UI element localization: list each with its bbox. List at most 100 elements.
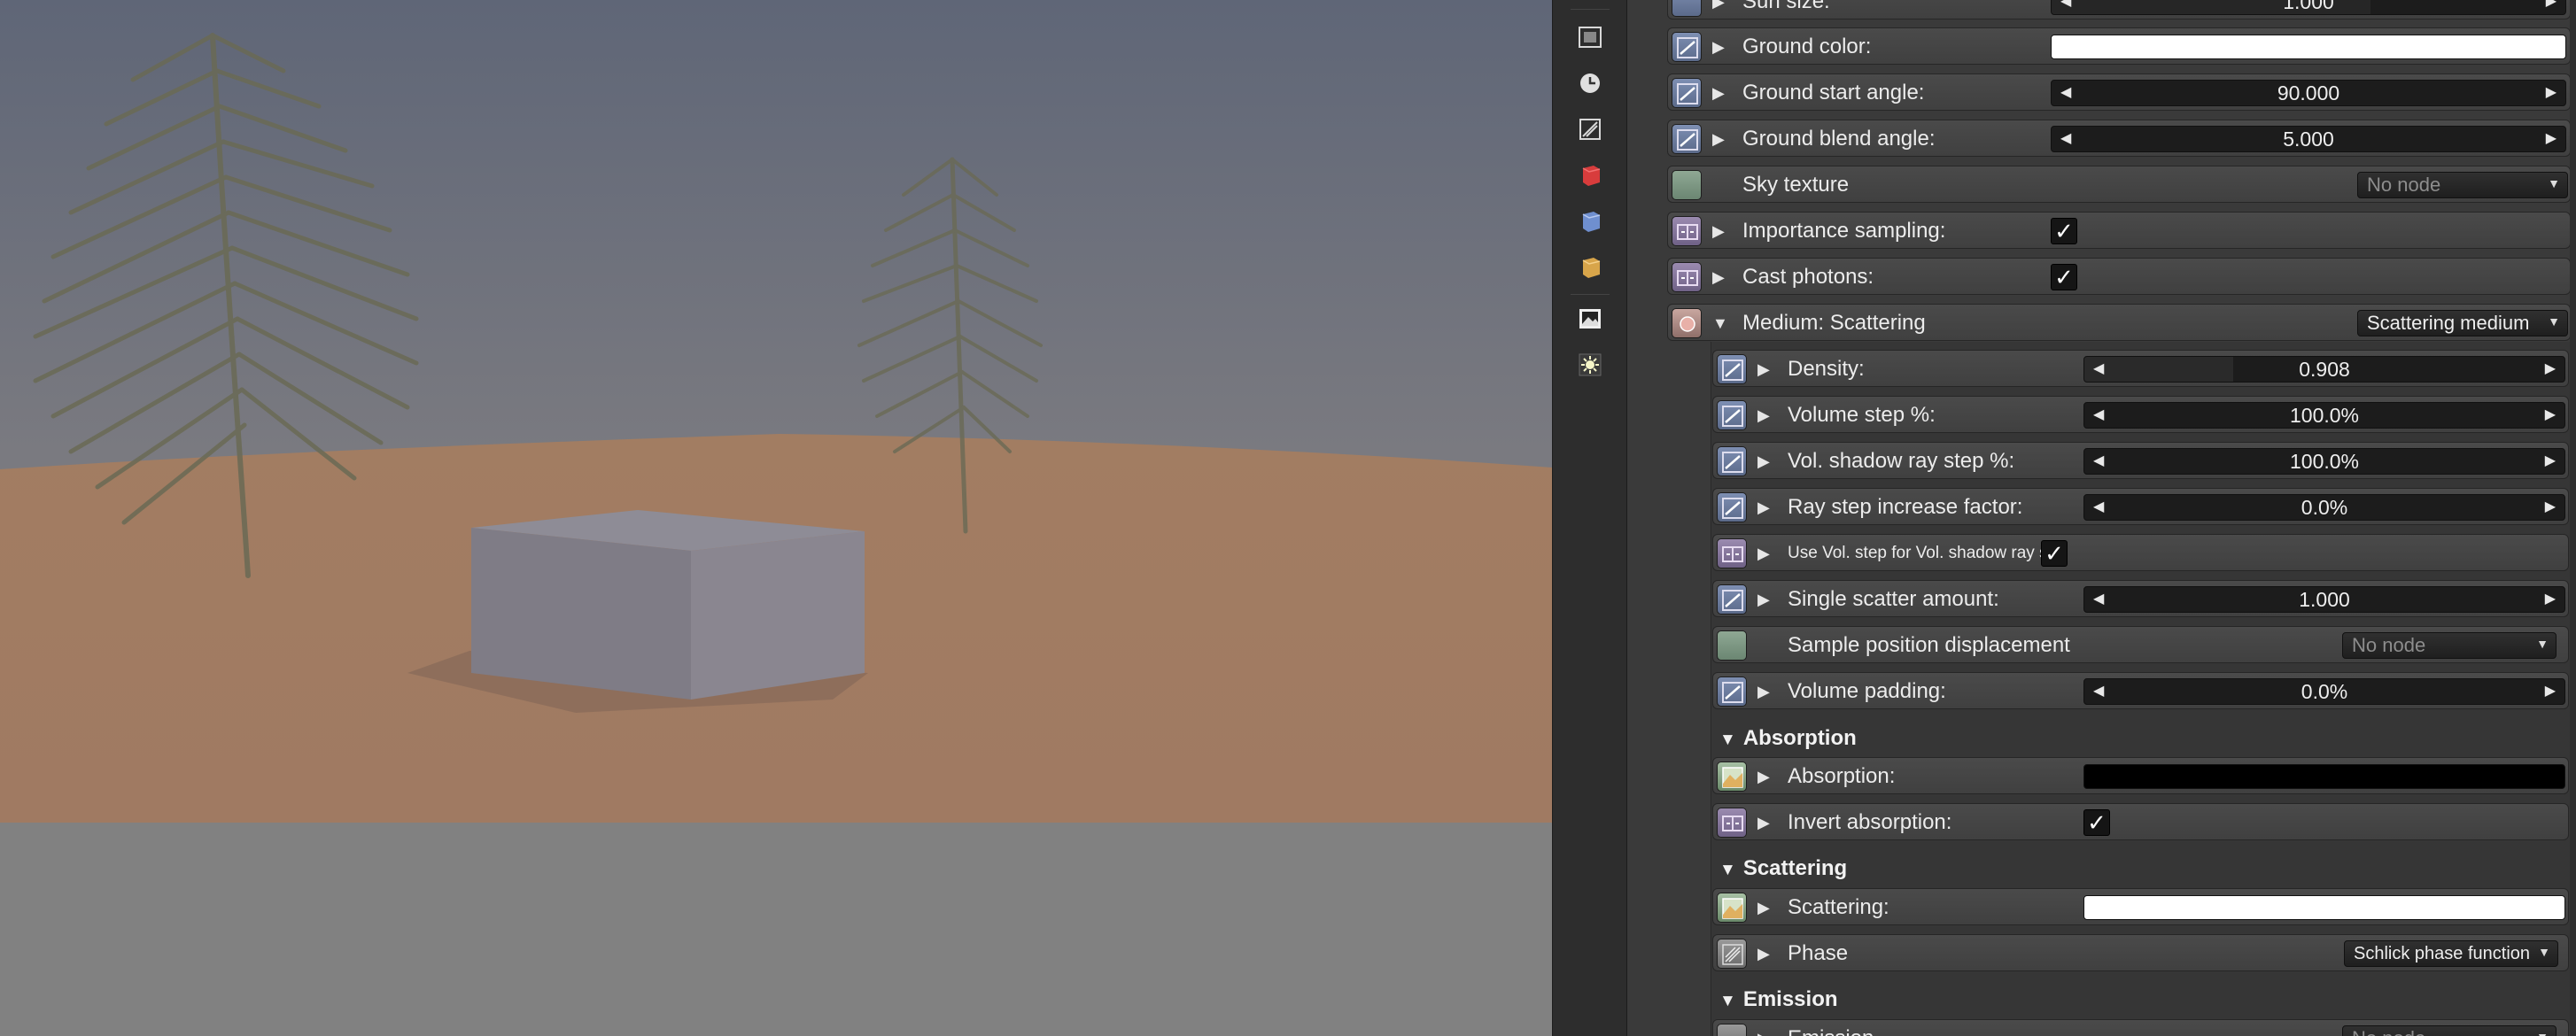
absorption-color-swatch[interactable] bbox=[2083, 764, 2565, 789]
row-label: Volume step %: bbox=[1788, 403, 1936, 427]
invert-absorption-checkbox[interactable]: ✓ bbox=[2083, 809, 2110, 836]
row-use-vol-step-shadow: ▶ Use Vol. step for Vol. shadow ray s...… bbox=[1712, 534, 2569, 571]
expand-arrow-icon[interactable]: ▶ bbox=[1757, 935, 1770, 972]
crop-icon[interactable] bbox=[1576, 115, 1604, 143]
row-label: Use Vol. step for Vol. shadow ray s... bbox=[1788, 544, 2062, 562]
scattering-color-swatch[interactable] bbox=[2083, 895, 2565, 920]
collapse-arrow-icon[interactable]: ▼ bbox=[1712, 305, 1728, 342]
row-label: Sample position displacement bbox=[1788, 633, 2070, 657]
float-pin-icon[interactable] bbox=[1672, 32, 1702, 62]
volume-padding-slider[interactable]: ◀ 0.0% ▶ bbox=[2083, 678, 2565, 705]
emission-dropdown[interactable]: No node▼ bbox=[2342, 1025, 2557, 1036]
rgb-pin-icon[interactable] bbox=[1717, 893, 1747, 923]
section-absorption[interactable]: ▼ Absorption bbox=[1719, 723, 1857, 754]
sample-displacement-dropdown[interactable]: No node ▼ bbox=[2342, 632, 2557, 659]
row-volume-step: ▶ Volume step %: ◀ 100.0% ▶ bbox=[1712, 396, 2569, 433]
bool-pin-icon[interactable] bbox=[1672, 216, 1702, 246]
expand-arrow-icon[interactable]: ▶ bbox=[1712, 259, 1725, 296]
phase-pin-icon[interactable] bbox=[1717, 939, 1747, 969]
expand-arrow-icon[interactable]: ▶ bbox=[1757, 351, 1770, 388]
expand-arrow-icon[interactable]: ▶ bbox=[1757, 889, 1770, 926]
film-icon[interactable] bbox=[1576, 23, 1604, 51]
row-label: Scattering: bbox=[1788, 895, 1889, 919]
medium-type-dropdown[interactable]: Scattering medium ▼ bbox=[2357, 310, 2568, 336]
row-sample-displacement: Sample position displacement No node ▼ bbox=[1712, 626, 2569, 663]
expand-arrow-icon[interactable]: ▶ bbox=[1757, 535, 1770, 572]
section-emission[interactable]: ▼ Emission bbox=[1719, 985, 1838, 1015]
blue-cube-icon[interactable] bbox=[1576, 207, 1604, 236]
expand-arrow-icon[interactable]: ▶ bbox=[1712, 120, 1725, 158]
expand-arrow-icon[interactable]: ▶ bbox=[1712, 0, 1725, 20]
chevron-down-icon: ▼ bbox=[2538, 945, 2550, 959]
chevron-down-icon: ▼ bbox=[2548, 176, 2560, 190]
ground-start-angle-slider[interactable]: ◀ 90.000 ▶ bbox=[2051, 80, 2566, 106]
expand-arrow-icon[interactable]: ▶ bbox=[1757, 397, 1770, 434]
gold-cube-icon[interactable] bbox=[1576, 253, 1604, 282]
float-pin-icon[interactable] bbox=[1717, 676, 1747, 707]
ground-color-swatch[interactable] bbox=[2051, 35, 2566, 59]
use-vol-step-checkbox[interactable]: ✓ bbox=[2041, 540, 2068, 567]
expand-arrow-icon[interactable]: ▶ bbox=[1757, 489, 1770, 526]
collapse-arrow-icon: ▼ bbox=[1719, 992, 1736, 1010]
sun-icon[interactable] bbox=[1576, 351, 1604, 379]
sun-size-slider[interactable]: ◀ 1.000 ▶ bbox=[2051, 0, 2566, 15]
expand-arrow-icon[interactable]: ▶ bbox=[1757, 673, 1770, 710]
row-ray-step-increase: ▶ Ray step increase factor: ◀ 0.0% ▶ bbox=[1712, 488, 2569, 525]
density-slider[interactable]: ◀ 0.908 ▶ bbox=[2083, 356, 2565, 383]
medium-pin-icon[interactable] bbox=[1672, 308, 1702, 338]
row-volume-padding: ▶ Volume padding: ◀ 0.0% ▶ bbox=[1712, 672, 2569, 709]
volume-step-slider[interactable]: ◀ 100.0% ▶ bbox=[2083, 402, 2565, 429]
bool-pin-icon[interactable] bbox=[1672, 262, 1702, 292]
row-sun-size: ▶ Sun size: ◀ 1.000 ▶ bbox=[1667, 0, 2571, 19]
expand-arrow-icon[interactable]: ▶ bbox=[1757, 581, 1770, 618]
float-pin-icon[interactable] bbox=[1717, 492, 1747, 522]
expand-arrow-icon[interactable]: ▶ bbox=[1757, 443, 1770, 480]
expand-arrow-icon[interactable]: ▶ bbox=[1712, 74, 1725, 112]
rgb-pin-icon[interactable] bbox=[1717, 762, 1747, 792]
ray-step-increase-slider[interactable]: ◀ 0.0% ▶ bbox=[2083, 494, 2565, 521]
texture-pin-icon[interactable] bbox=[1672, 170, 1702, 200]
inspector-scrollbar[interactable] bbox=[2570, 0, 2576, 1036]
render-viewport[interactable] bbox=[0, 0, 1552, 1036]
expand-arrow-icon[interactable]: ▶ bbox=[1712, 213, 1725, 250]
row-label: Ground start angle: bbox=[1742, 81, 1925, 104]
row-ground-start-angle: ▶ Ground start angle: ◀ 90.000 ▶ bbox=[1667, 73, 2571, 111]
row-ground-blend-angle: ▶ Ground blend angle: ◀ 5.000 ▶ bbox=[1667, 120, 2571, 157]
vol-shadow-ray-step-slider[interactable]: ◀ 100.0% ▶ bbox=[2083, 448, 2565, 475]
float-pin-icon[interactable] bbox=[1672, 78, 1702, 108]
row-label: Medium: Scattering bbox=[1742, 311, 1926, 335]
emission-pin-icon[interactable] bbox=[1717, 1024, 1747, 1036]
float-pin-icon[interactable] bbox=[1717, 446, 1747, 476]
single-scatter-slider[interactable]: ◀ 1.000 ▶ bbox=[2083, 586, 2565, 613]
expand-arrow-icon[interactable]: ▶ bbox=[1757, 804, 1770, 841]
bool-pin-icon[interactable] bbox=[1717, 808, 1747, 838]
float-pin-icon[interactable] bbox=[1672, 0, 1702, 17]
section-scattering[interactable]: ▼ Scattering bbox=[1719, 854, 1847, 884]
row-label: Importance sampling: bbox=[1742, 219, 1946, 243]
image-icon[interactable] bbox=[1576, 305, 1604, 333]
collapse-arrow-icon: ▼ bbox=[1719, 861, 1736, 879]
expand-arrow-icon[interactable]: ▶ bbox=[1712, 28, 1725, 66]
cast-photons-checkbox[interactable]: ✓ bbox=[2051, 264, 2077, 290]
ground-blend-angle-slider[interactable]: ◀ 5.000 ▶ bbox=[2051, 126, 2566, 152]
expand-arrow-icon[interactable]: ▶ bbox=[1757, 1020, 1770, 1036]
expand-arrow-icon[interactable]: ▶ bbox=[1757, 758, 1770, 795]
sky-texture-dropdown[interactable]: No node ▼ bbox=[2357, 172, 2568, 198]
float-pin-icon[interactable] bbox=[1672, 124, 1702, 154]
importance-sampling-checkbox[interactable]: ✓ bbox=[2051, 218, 2077, 244]
row-absorption: ▶ Absorption: bbox=[1712, 757, 2569, 794]
phase-dropdown[interactable]: Schlick phase function ▼ bbox=[2344, 940, 2558, 967]
float-pin-icon[interactable] bbox=[1717, 354, 1747, 384]
row-label: Volume padding: bbox=[1788, 679, 1946, 703]
bool-pin-icon[interactable] bbox=[1717, 538, 1747, 568]
float-pin-icon[interactable] bbox=[1717, 400, 1747, 430]
red-cube-icon[interactable] bbox=[1576, 161, 1604, 189]
row-label: Cast photons: bbox=[1742, 265, 1874, 289]
collapse-arrow-icon: ▼ bbox=[1719, 731, 1736, 749]
row-invert-absorption: ▶ Invert absorption: ✓ bbox=[1712, 803, 2569, 840]
row-label: Phase bbox=[1788, 941, 1849, 965]
row-label: Density: bbox=[1788, 357, 1865, 381]
float-pin-icon[interactable] bbox=[1717, 584, 1747, 615]
clock-icon[interactable] bbox=[1576, 69, 1604, 97]
texture-pin-icon[interactable] bbox=[1717, 630, 1747, 661]
